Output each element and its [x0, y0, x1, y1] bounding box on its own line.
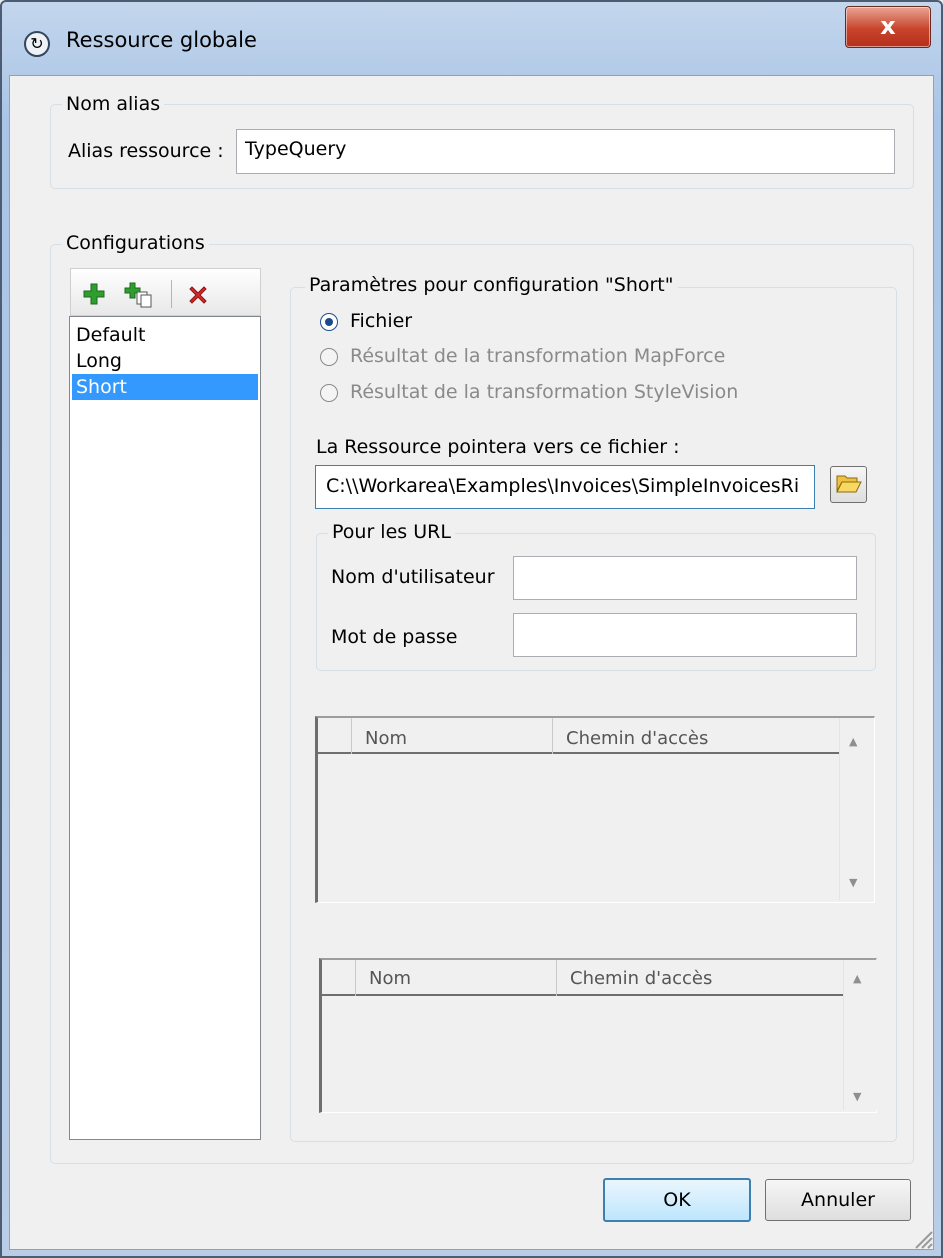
add-configuration-icon[interactable] [82, 282, 106, 306]
browse-button[interactable] [830, 466, 867, 503]
delete-configuration-icon[interactable] [186, 283, 210, 307]
file-path-label: La Ressource pointera vers ce fichier : [316, 436, 680, 458]
grid-2-divider [355, 960, 356, 996]
radio-file[interactable] [320, 313, 338, 331]
radio-stylevision[interactable] [320, 384, 338, 402]
toolbar-separator [171, 280, 172, 308]
alias-group-legend: Nom alias [62, 93, 165, 115]
copy-configuration-icon[interactable] [124, 282, 154, 308]
resize-grip-icon[interactable] [908, 1224, 934, 1250]
folder-open-icon [835, 475, 862, 493]
grid-1-col-path[interactable]: Chemin d'accès [566, 728, 708, 749]
grid-2-divider [556, 960, 557, 996]
username-input[interactable] [513, 556, 857, 600]
grid-1-col-name[interactable]: Nom [365, 728, 407, 749]
file-path-value: C:\\Workarea\Examples\Invoices\SimpleInv… [326, 475, 800, 497]
alias-label: Alias ressource : [68, 140, 224, 162]
ok-button[interactable]: OK [603, 1178, 751, 1222]
grid-2-col-path[interactable]: Chemin d'accès [570, 968, 712, 989]
cancel-button[interactable]: Annuler [765, 1179, 911, 1221]
scroll-up-icon[interactable]: ▲ [853, 972, 861, 985]
grid-1-divider [351, 718, 352, 754]
radio-file-label: Fichier [350, 310, 413, 332]
global-resource-icon: ↻ [24, 31, 50, 57]
alias-input[interactable]: TypeQuery [236, 129, 895, 174]
scroll-down-icon[interactable]: ▼ [853, 1090, 861, 1103]
configurations-legend: Configurations [62, 232, 209, 254]
scroll-down-icon[interactable]: ▼ [849, 876, 857, 889]
file-path-input[interactable]: C:\\Workarea\Examples\Invoices\SimpleInv… [315, 465, 815, 509]
password-label: Mot de passe [331, 626, 458, 648]
close-button[interactable]: x [845, 6, 931, 48]
grid-1-divider [552, 718, 553, 754]
grid-2-col-name[interactable]: Nom [369, 968, 411, 989]
scroll-up-icon[interactable]: ▲ [849, 735, 857, 748]
radio-mapforce-label: Résultat de la transformation MapForce [350, 345, 726, 367]
list-item-selected[interactable]: Short [72, 374, 258, 400]
window-title: Ressource globale [66, 28, 257, 52]
radio-mapforce[interactable] [320, 348, 338, 366]
configurations-list [69, 316, 261, 1140]
list-item[interactable]: Default [76, 323, 256, 347]
username-label: Nom d'utilisateur [331, 566, 495, 588]
password-input[interactable] [513, 613, 857, 657]
url-group-legend: Pour les URL [328, 521, 455, 543]
list-item[interactable]: Long [76, 349, 256, 373]
radio-stylevision-label: Résultat de la transformation StyleVisio… [350, 381, 739, 403]
alias-input-value: TypeQuery [245, 138, 347, 160]
params-legend: Paramètres pour configuration "Short" [305, 274, 678, 296]
